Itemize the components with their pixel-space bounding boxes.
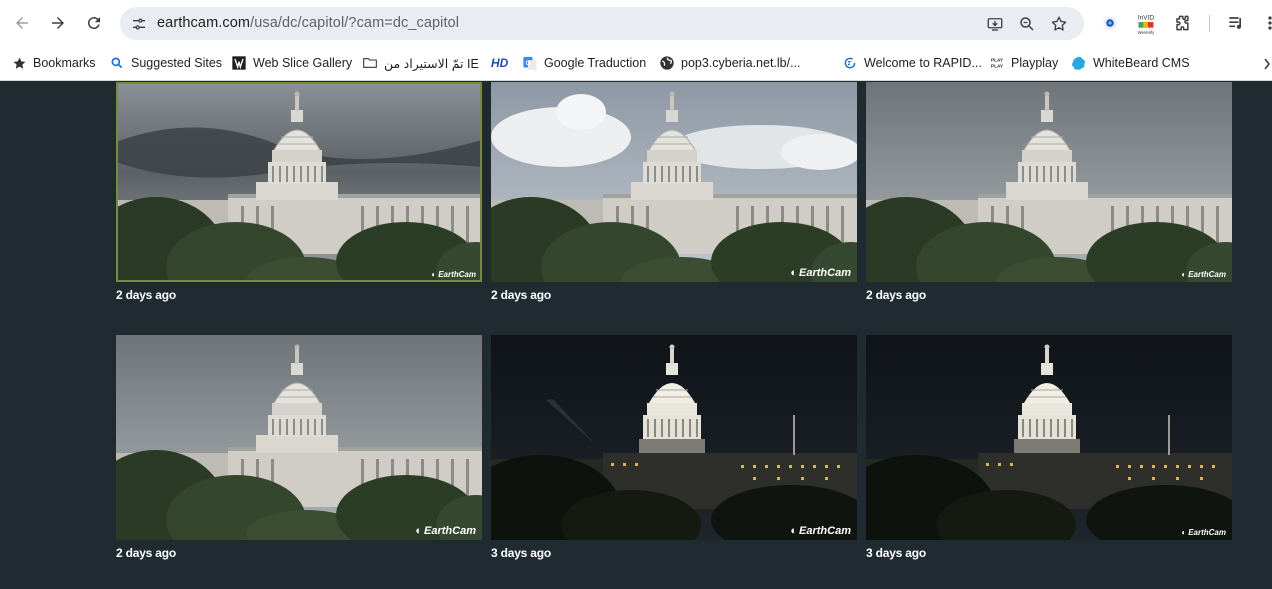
bookmark-hd[interactable]: HD bbox=[491, 52, 508, 74]
reload-button[interactable] bbox=[78, 7, 110, 39]
zoom-icon[interactable] bbox=[1014, 11, 1040, 37]
address-bar[interactable]: earthcam.com/usa/dc/capitol/?cam=dc_capi… bbox=[120, 7, 1084, 40]
bookmark-google-traduction[interactable]: G Google Traduction bbox=[522, 52, 646, 74]
media-queue-icon[interactable] bbox=[1222, 9, 1250, 37]
site-info-button[interactable] bbox=[126, 11, 152, 37]
bookmark-pop3-cyberia[interactable]: pop3.cyberia.net.lb/... bbox=[659, 52, 801, 74]
bookmark-bookmarks[interactable]: Bookmarks bbox=[11, 52, 96, 74]
bookmark-label: Bookmarks bbox=[33, 56, 96, 70]
bookmarks-bar: Bookmarks Suggested Sites Web Slice Gall… bbox=[0, 46, 1272, 81]
earthcam-logo: ◐ EarthCam bbox=[790, 267, 851, 279]
svg-text:G: G bbox=[526, 60, 531, 66]
thumbnail-timestamp: 3 days ago bbox=[491, 546, 552, 560]
bookmark-label: Google Traduction bbox=[544, 56, 647, 70]
back-button[interactable] bbox=[6, 7, 38, 39]
rapid-icon bbox=[842, 55, 858, 71]
capitol-image bbox=[491, 335, 857, 540]
thumbnail-timestamp: 2 days ago bbox=[116, 288, 177, 302]
webcam-thumbnail[interactable]: ◐ EarthCam bbox=[116, 335, 482, 540]
bookmark-suggested-sites[interactable]: Suggested Sites bbox=[109, 52, 222, 74]
extensions-puzzle-icon[interactable] bbox=[1168, 9, 1196, 37]
folder-icon bbox=[362, 55, 378, 71]
invid-extension-icon[interactable]: InVID WeVerify bbox=[1132, 9, 1160, 37]
bookmark-star-icon[interactable] bbox=[1046, 11, 1072, 37]
toolbar-separator bbox=[1209, 15, 1210, 32]
bookmark-welcome-to-rapid[interactable]: Welcome to RAPID... bbox=[842, 52, 982, 74]
bookmark-web-slice-gallery[interactable]: Web Slice Gallery bbox=[231, 52, 352, 74]
thumbnail-timestamp: 2 days ago bbox=[116, 546, 177, 560]
web-slice-icon bbox=[231, 55, 247, 71]
arrow-right-icon bbox=[52, 17, 64, 29]
browser-toolbar: earthcam.com/usa/dc/capitol/?cam=dc_capi… bbox=[0, 0, 1272, 46]
webcam-gallery: ◐ EarthCam ◐ EarthCam ◐ EarthCam 2 days ago… bbox=[0, 82, 1272, 589]
webcam-thumbnail[interactable]: ◐ EarthCam bbox=[491, 82, 857, 282]
globe-icon bbox=[659, 55, 675, 71]
install-app-icon[interactable] bbox=[982, 11, 1008, 37]
bookmark-imported-from-ie[interactable]: تمّ الاستيراد من IE bbox=[362, 52, 479, 74]
bookmarks-overflow-icon[interactable] bbox=[1262, 55, 1272, 73]
earthcam-logo: ◐ EarthCam bbox=[1181, 528, 1226, 537]
capitol-image bbox=[866, 82, 1232, 282]
bookmark-label: Web Slice Gallery bbox=[253, 56, 353, 70]
thumbnail-timestamp: 3 days ago bbox=[866, 546, 927, 560]
extension-record-icon[interactable] bbox=[1096, 9, 1124, 37]
thumbnail-timestamp: 2 days ago bbox=[491, 288, 552, 302]
webcam-thumbnail[interactable]: ◐ EarthCam bbox=[866, 335, 1232, 540]
webcam-thumbnail[interactable]: ◐ EarthCam bbox=[116, 82, 482, 282]
capitol-image bbox=[116, 82, 482, 282]
whitebeard-icon bbox=[1071, 55, 1087, 71]
bookmark-label: WhiteBeard CMS bbox=[1093, 56, 1190, 70]
webcam-thumbnail[interactable]: ◐ EarthCam bbox=[491, 335, 857, 540]
thumbnail-timestamp: 2 days ago bbox=[866, 288, 927, 302]
tune-icon bbox=[133, 18, 145, 30]
url-text[interactable]: earthcam.com/usa/dc/capitol/?cam=dc_capi… bbox=[157, 15, 459, 31]
google-translate-icon: G bbox=[522, 55, 538, 71]
bookmark-label: pop3.cyberia.net.lb/... bbox=[681, 56, 801, 70]
reload-icon bbox=[87, 17, 100, 30]
capitol-image bbox=[491, 82, 857, 282]
arrow-left-icon bbox=[16, 17, 28, 29]
bookmark-label: تمّ الاستيراد من IE bbox=[384, 56, 479, 71]
capitol-image bbox=[866, 335, 1232, 540]
bookmark-label: Playplay bbox=[1011, 56, 1059, 70]
capitol-image bbox=[116, 335, 482, 540]
svg-text:InVID: InVID bbox=[1138, 14, 1155, 21]
earthcam-logo: ◐ EarthCam bbox=[1181, 270, 1226, 279]
hd-icon: HD bbox=[491, 56, 509, 70]
star-icon bbox=[11, 55, 27, 71]
earthcam-logo: ◐ EarthCam bbox=[415, 525, 476, 537]
earthcam-logo: ◐ EarthCam bbox=[790, 525, 851, 537]
search-icon bbox=[109, 55, 125, 71]
svg-text:WeVerify: WeVerify bbox=[1138, 30, 1155, 35]
forward-button[interactable] bbox=[42, 7, 74, 39]
svg-text:PLAY: PLAY bbox=[991, 64, 1004, 69]
playplay-icon: PLAY PLAY bbox=[989, 55, 1005, 71]
bookmark-label: Welcome to RAPID... bbox=[864, 56, 982, 70]
svg-text:PLAY: PLAY bbox=[991, 58, 1004, 63]
url-path: /usa/dc/capitol/?cam=dc_capitol bbox=[250, 15, 460, 31]
bookmark-whitebeard-cms[interactable]: WhiteBeard CMS bbox=[1071, 52, 1190, 74]
bookmark-playplay[interactable]: PLAY PLAY Playplay bbox=[989, 52, 1058, 74]
menu-icon[interactable] bbox=[1256, 9, 1272, 37]
earthcam-logo: ◐ EarthCam bbox=[431, 270, 476, 279]
webcam-thumbnail[interactable]: ◐ EarthCam bbox=[866, 82, 1232, 282]
bookmark-label: Suggested Sites bbox=[131, 56, 223, 70]
url-host: earthcam.com bbox=[157, 15, 251, 31]
